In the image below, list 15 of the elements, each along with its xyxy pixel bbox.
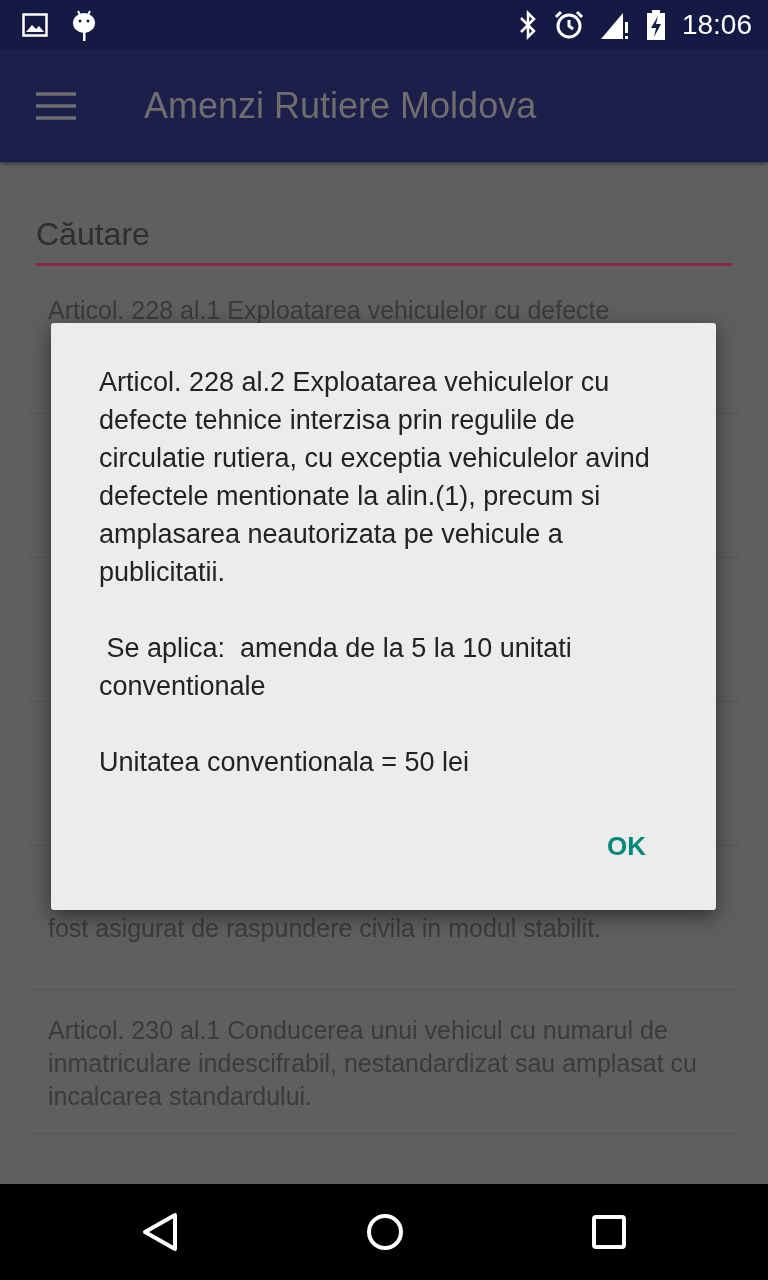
battery-charging-icon (645, 9, 666, 41)
image-icon (22, 13, 48, 37)
status-time: 18:06 (681, 8, 752, 42)
menu-icon[interactable] (36, 92, 76, 120)
dialog-text: Unitatea conventionala = 50 lei (99, 746, 470, 779)
dialog-text: Articol. 228 al.2 Exploatarea vehiculelor cu defecte tehnice interzisa prin regulile de circulatie rutiera, cu exceptia vehiculelor avind defectele mentionate la alin.(1), precum si amplasarea neautorizata pe vehicule a publicitatii. (99, 366, 651, 589)
home-icon[interactable] (366, 1213, 404, 1251)
android-icon (72, 9, 96, 41)
dialog-text: Se aplica: amenda de la 5 la 10 unitati conventionale (99, 632, 573, 703)
ok-button[interactable]: OK (593, 823, 660, 870)
app-title: Amenzi Rutiere Moldova (144, 84, 537, 128)
alarm-clock-icon (553, 10, 584, 40)
recents-icon[interactable] (592, 1215, 626, 1249)
bluetooth-icon (517, 9, 538, 41)
back-icon[interactable] (142, 1212, 178, 1252)
